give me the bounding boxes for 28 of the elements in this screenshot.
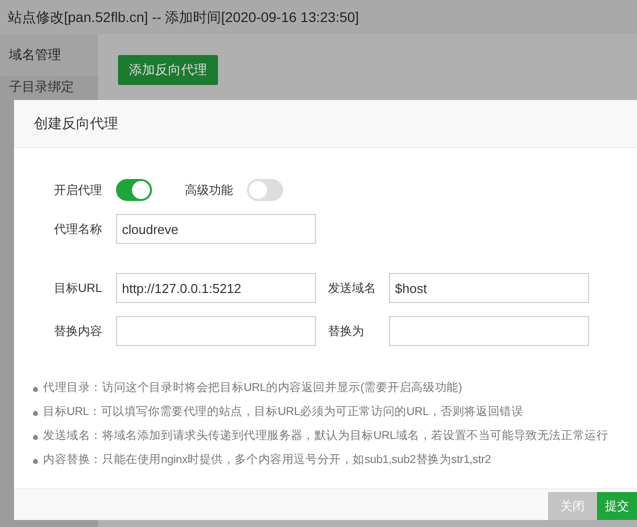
sidebar-item[interactable]: 子目录绑定 — [0, 76, 98, 98]
bullet-icon — [33, 386, 38, 392]
field-label: 代理名称 — [54, 221, 103, 238]
note-text: 代理目录：访问这个目录时将会把目标URL的内容返回并显示(需要开启高级功能) — [43, 380, 462, 396]
field-label: 替换为 — [328, 323, 365, 340]
field-label: 目标URL — [54, 280, 104, 297]
note-text: 发送域名：将域名添加到请求头传递到代理服务器，默认为目标URL域名，若设置不当可能导致无法正常运行 — [43, 428, 608, 444]
window-title: 站点修改[pan.52flb.cn] -- 添加时间[2020-09-16 13:23:50] — [8, 8, 359, 27]
input-field[interactable] — [389, 316, 589, 346]
note-text: 目标URL：可以填写你需要代理的站点，目标URL必须为可正常访问的URL，否则将返回错误 — [43, 404, 524, 420]
input-field[interactable]: $host — [389, 273, 589, 303]
bullet-icon — [33, 458, 38, 464]
dialog-title: 创建反向代理 — [34, 114, 118, 133]
submit-button[interactable]: 提交 — [597, 492, 637, 520]
toggle-switch[interactable] — [116, 179, 152, 201]
toggle-switch[interactable] — [247, 179, 283, 201]
sidebar-item[interactable]: 域名管理 — [0, 34, 98, 76]
toggle-label: 开启代理 — [54, 182, 103, 199]
input-field[interactable]: cloudreve — [116, 214, 316, 244]
field-label: 发送域名 — [328, 280, 377, 297]
bullet-icon — [33, 410, 38, 416]
bullet-icon — [33, 434, 38, 440]
note-text: 内容替换：只能在使用nginx时提供，多个内容用逗号分开，如sub1,sub2替换为str1,str2 — [43, 452, 491, 468]
input-field[interactable]: http://127.0.0.1:5212 — [116, 273, 316, 303]
field-label: 替换内容 — [54, 323, 103, 340]
toggle-label: 高级功能 — [185, 182, 234, 199]
add-proxy-button[interactable]: 添加反向代理 — [118, 55, 218, 85]
input-field[interactable] — [116, 316, 316, 346]
